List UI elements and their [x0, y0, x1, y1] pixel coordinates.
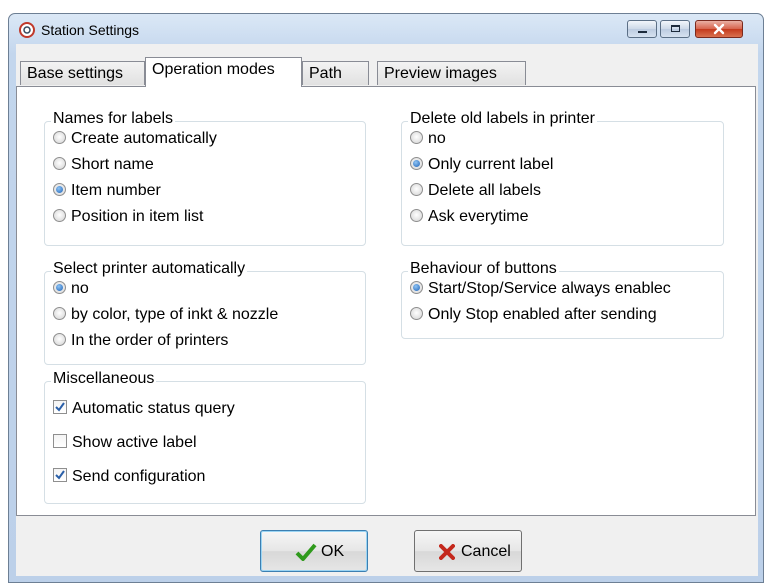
- radio-button[interactable]: [410, 183, 423, 196]
- tab-preview-images[interactable]: Preview images: [377, 61, 526, 85]
- radio-button[interactable]: [410, 131, 423, 144]
- group-title: Names for labels: [51, 110, 176, 128]
- ok-label: OK: [321, 543, 345, 560]
- cancel-label: Cancel: [461, 543, 511, 560]
- radio-order-of-printers[interactable]: In the order of printers: [53, 332, 228, 350]
- checkbox-show-active-label[interactable]: Show active label: [53, 434, 197, 452]
- radio-only-current-label[interactable]: Only current label: [410, 156, 553, 174]
- dialog-client-area: Base settings Operation modes Path Previ…: [16, 44, 758, 576]
- radio-printer-no[interactable]: no: [53, 280, 89, 298]
- operation-modes-panel: Names for labels Create automatically Sh…: [16, 86, 756, 516]
- behaviour-of-buttons-group: Behaviour of buttons Start/Stop/Service …: [401, 260, 724, 339]
- radio-delete-all-labels[interactable]: Delete all labels: [410, 182, 541, 200]
- maximize-icon: [671, 25, 680, 32]
- checkmark-icon: [55, 470, 65, 480]
- cancel-x-icon: [439, 544, 455, 560]
- radio-button[interactable]: [53, 131, 66, 144]
- radio-button[interactable]: [410, 307, 423, 320]
- radio-item-number[interactable]: Item number: [53, 182, 161, 200]
- close-icon: [713, 23, 725, 35]
- radio-button[interactable]: [53, 157, 66, 170]
- names-for-labels-group: Names for labels Create automatically Sh…: [44, 110, 366, 246]
- close-button[interactable]: [695, 20, 743, 38]
- ok-button[interactable]: OK: [260, 530, 368, 572]
- radio-always-enabled[interactable]: Start/Stop/Service always enablec: [410, 280, 671, 298]
- radio-by-color[interactable]: by color, type of inkt & nozzle: [53, 306, 278, 324]
- checkbox-send-configuration[interactable]: Send configuration: [53, 468, 205, 486]
- select-printer-group: Select printer automatically no by color…: [44, 260, 366, 365]
- checkbox-automatic-status-query[interactable]: Automatic status query: [53, 400, 235, 418]
- minimize-button[interactable]: [627, 20, 657, 38]
- cancel-button[interactable]: Cancel: [414, 530, 522, 572]
- radio-only-stop-enabled[interactable]: Only Stop enabled after sending: [410, 306, 657, 324]
- radio-ask-everytime[interactable]: Ask everytime: [410, 208, 528, 226]
- tab-operation-modes[interactable]: Operation modes: [145, 57, 302, 87]
- radio-position-in-item-list[interactable]: Position in item list: [53, 208, 204, 226]
- group-title: Select printer automatically: [51, 260, 248, 278]
- app-logo-icon: [19, 22, 35, 38]
- title-bar[interactable]: Station Settings: [9, 14, 763, 44]
- radio-short-name[interactable]: Short name: [53, 156, 154, 174]
- delete-old-labels-group: Delete old labels in printer no Only cur…: [401, 110, 724, 246]
- checkbox-checked[interactable]: [53, 400, 67, 414]
- radio-button-selected[interactable]: [410, 281, 423, 294]
- radio-button-selected[interactable]: [53, 281, 66, 294]
- checkmark-icon: [295, 543, 317, 561]
- miscellaneous-group: Miscellaneous Automatic status query Sho…: [44, 370, 366, 504]
- tab-path[interactable]: Path: [302, 61, 369, 85]
- maximize-button[interactable]: [660, 20, 690, 38]
- tab-base-settings[interactable]: Base settings: [20, 61, 145, 85]
- radio-button-selected[interactable]: [53, 183, 66, 196]
- group-title: Delete old labels in printer: [408, 110, 597, 128]
- radio-button-selected[interactable]: [410, 157, 423, 170]
- radio-button[interactable]: [410, 209, 423, 222]
- tab-strip: Base settings Operation modes Path Previ…: [16, 57, 758, 87]
- checkmark-icon: [55, 402, 65, 412]
- checkbox-unchecked[interactable]: [53, 434, 67, 448]
- radio-button[interactable]: [53, 307, 66, 320]
- radio-button[interactable]: [53, 209, 66, 222]
- window-title: Station Settings: [41, 22, 140, 38]
- group-title: Behaviour of buttons: [408, 260, 559, 278]
- station-settings-window: Station Settings Base settings Operation…: [8, 13, 764, 583]
- minimize-icon: [638, 31, 647, 33]
- radio-create-automatically[interactable]: Create automatically: [53, 130, 217, 148]
- checkbox-checked[interactable]: [53, 468, 67, 482]
- radio-button[interactable]: [53, 333, 66, 346]
- group-title: Miscellaneous: [51, 370, 157, 388]
- radio-delete-no[interactable]: no: [410, 130, 446, 148]
